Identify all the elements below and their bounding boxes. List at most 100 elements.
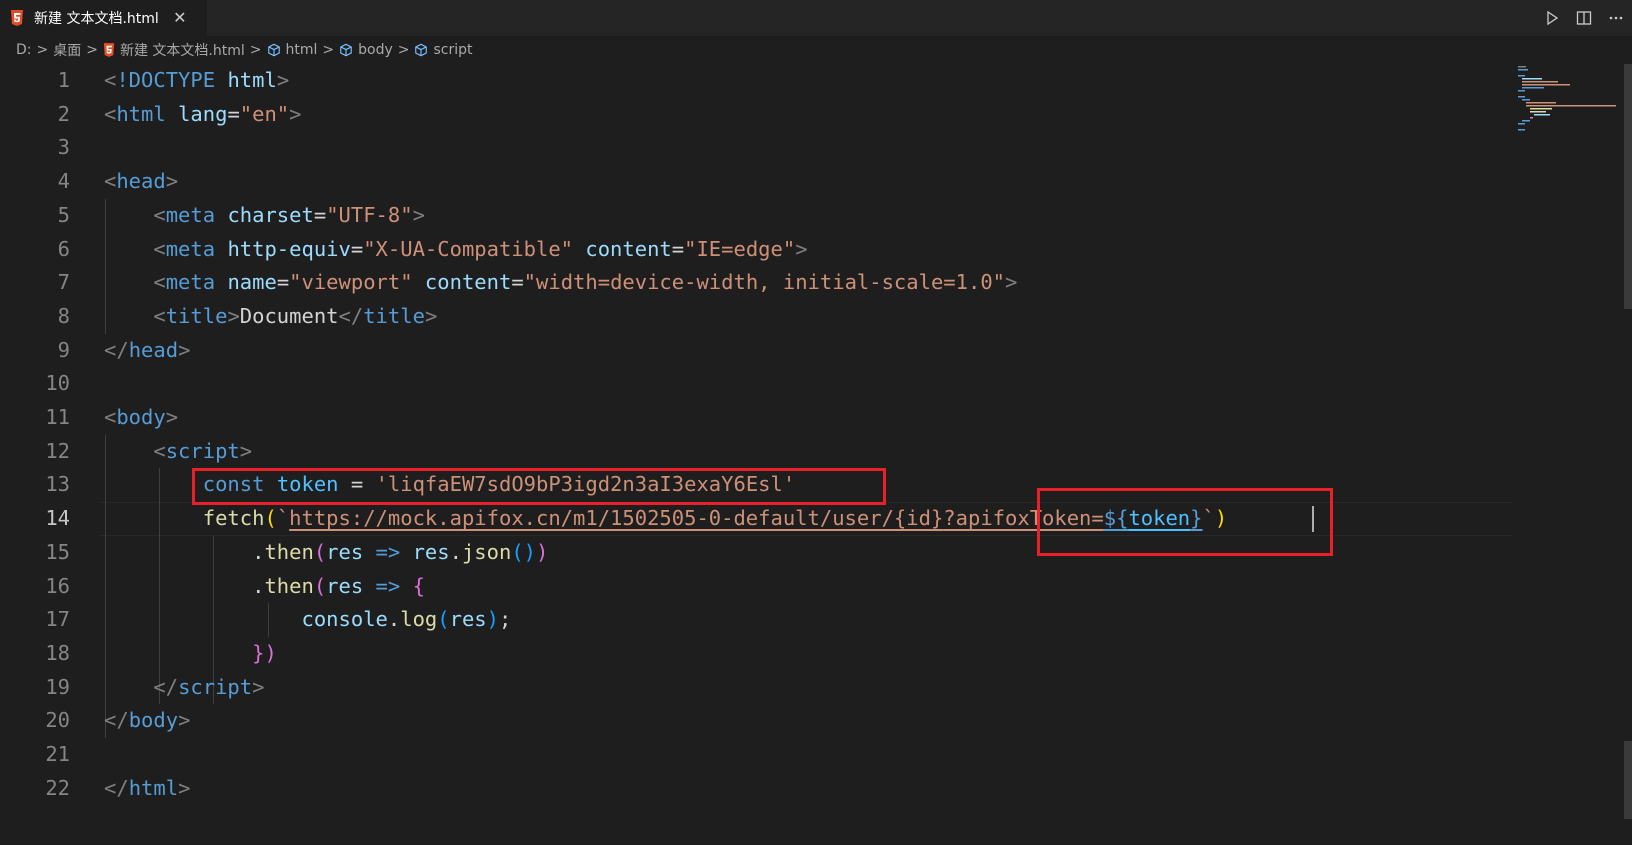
token: < [153,270,166,295]
token: content [585,236,672,261]
token: head [116,169,166,194]
breadcrumb-label: body [358,42,393,58]
line-number: 8 [57,303,70,328]
token: http-equiv [227,236,351,261]
split-editor-icon [1576,11,1592,25]
link-token[interactable]: https://mock.apifox.cn/m1/1502505-0-defa… [289,506,943,530]
breadcrumb-drive[interactable]: D: [16,42,32,58]
code-line: <script> [104,435,252,469]
token: > [795,236,808,261]
token: ` [276,506,290,531]
token: => [363,573,413,598]
token: log [400,607,438,632]
token: = [511,270,524,295]
token: charset [227,202,314,227]
html5-file-icon [11,10,23,26]
token: > [289,101,302,126]
token: . [252,573,265,598]
token: < [153,236,166,261]
breadcrumb-label: html [285,42,318,58]
line-number: 20 [45,708,70,733]
token: Document [239,303,339,328]
token: < [104,169,117,194]
token: "viewport" [289,270,413,295]
token: "IE=edge" [684,236,796,261]
scrollbar-thumb[interactable] [1624,64,1632,309]
token: > [165,169,179,194]
token: > [252,674,265,699]
line-number: 19 [45,674,70,699]
run-button[interactable] [1536,0,1568,36]
token: } [252,640,265,665]
line-number: 10 [45,371,70,396]
scrollbar-thumb-lower[interactable] [1624,741,1632,819]
token: html [227,68,277,92]
breadcrumb-desktop[interactable]: 桌面 [53,40,81,60]
breadcrumb-html[interactable]: html [267,42,318,58]
token: => [363,539,413,564]
token: fetch [202,506,265,531]
breadcrumb-script[interactable]: script [414,42,473,58]
code-line: <meta http-equiv="X-UA-Compatible" conte… [104,233,808,267]
minimap[interactable] [1512,64,1622,845]
breadcrumb-body[interactable]: body [339,42,393,58]
token: < [153,303,166,328]
token: . [252,539,265,564]
token: "UTF-8" [326,202,413,227]
code-area[interactable]: <!DOCTYPE html> <html lang="en"> <head> … [104,64,1504,845]
token: ( [313,539,327,564]
highlight-box-token-const [192,468,886,505]
line-number: 6 [57,236,70,261]
breadcrumb-file[interactable]: 新建 文本文档.html [103,40,245,60]
line-number: 9 [57,337,70,362]
code-line: <body> [104,401,178,435]
token: json [461,539,512,564]
editor-tab[interactable]: 新建 文本文档.html ✕ [0,0,208,36]
token: > [165,405,179,429]
token: = [350,236,364,261]
token: console [301,607,388,632]
more-actions-button[interactable] [1600,0,1632,36]
token: </ [104,775,129,800]
breadcrumb-label: 桌面 [53,43,82,59]
code-line: <html lang="en"> [104,98,302,132]
token: content [424,270,512,295]
vertical-scrollbar[interactable] [1624,64,1632,845]
token: ( [313,573,327,598]
html5-file-icon [103,43,115,57]
line-number: 5 [57,202,70,227]
cube-symbol-icon [267,43,280,57]
split-editor-button[interactable] [1568,0,1600,36]
breadcrumb-separator: > [36,42,49,58]
token: . [387,607,401,632]
code-line: <meta charset="UTF-8"> [104,199,425,233]
token: res [326,573,364,598]
code-line: </head> [104,334,190,368]
breadcrumb-separator: > [322,42,335,58]
line-number: 12 [45,438,70,463]
token: html [128,775,179,800]
token: > [424,303,438,328]
token: () [511,539,537,564]
highlight-box-token-param [1037,488,1333,556]
token: "width=device-width, initial-scale=1.0" [523,270,1006,295]
token: script [178,674,253,699]
token: body [128,708,179,733]
token: !DOCTYPE [116,68,216,92]
close-icon[interactable]: ✕ [171,10,189,26]
token: </ [104,708,129,733]
token: > [178,775,191,800]
token: . [449,539,462,564]
code-editor[interactable]: 1 2 3 4 5 6 7 8 9 10 11 12 13 14 15 16 1… [0,64,1632,845]
token: </ [153,674,179,699]
token: ( [264,506,277,531]
tab-title: 新建 文本文档.html [34,11,159,27]
token: res [412,539,450,564]
line-number: 15 [45,539,70,564]
line-number: 13 [45,472,70,497]
line-number: 17 [45,607,70,632]
token: > [1005,270,1018,295]
token: title [165,303,228,328]
token: meta [165,202,216,227]
token: < [104,101,117,126]
